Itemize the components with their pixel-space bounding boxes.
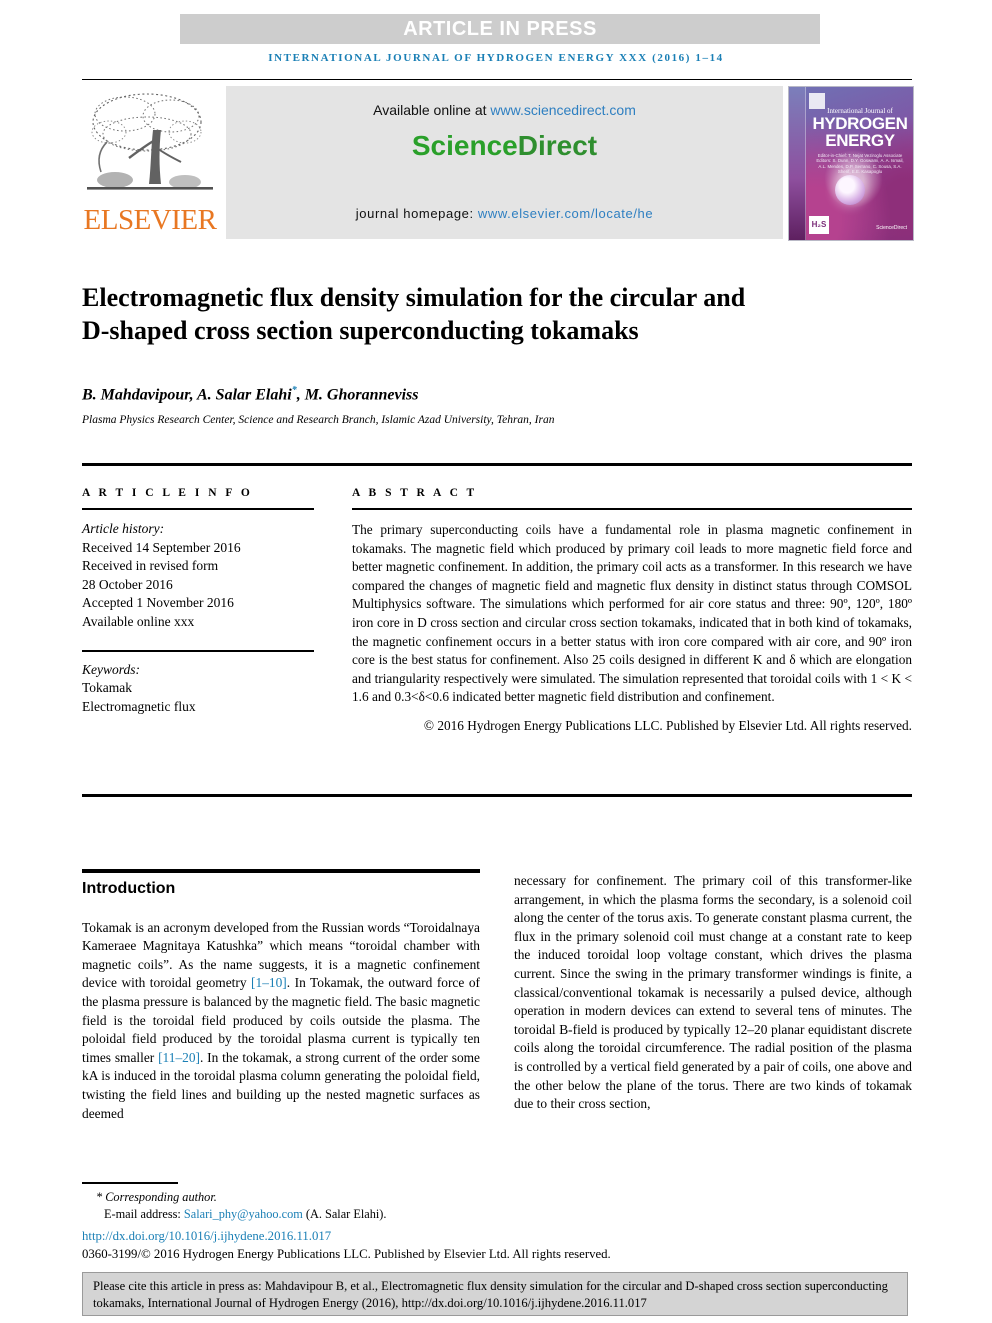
- sciencedirect-word-science: Science: [411, 130, 518, 161]
- author-names: B. Mahdavipour, A. Salar Elahi: [82, 386, 292, 404]
- journal-homepage-url[interactable]: www.elsevier.com/locate/he: [478, 206, 653, 221]
- article-history-line: 28 October 2016: [82, 576, 173, 592]
- keyword-item: Tokamak: [82, 680, 133, 695]
- journal-homepage-line: journal homepage: www.elsevier.com/locat…: [226, 206, 783, 221]
- introduction-paragraph-right: necessary for confinement. The primary c…: [514, 873, 912, 1112]
- cover-spine: [789, 87, 806, 240]
- journal-running-head: INTERNATIONAL JOURNAL OF HYDROGEN ENERGY…: [268, 52, 724, 64]
- journal-masthead: ELSEVIER Available online at www.science…: [82, 86, 914, 241]
- article-history-heading: Article history:: [82, 521, 165, 536]
- article-in-press-banner: ARTICLE IN PRESS: [180, 14, 820, 44]
- abstract-top-rule: [82, 463, 912, 466]
- keywords-body: Keywords: Tokamak Electromagnetic flux: [82, 661, 314, 717]
- email-suffix: (A. Salar Elahi).: [302, 1206, 387, 1221]
- keyword-item: Electromagnetic flux: [82, 698, 196, 714]
- abstract-column: A B S T R A C T The primary superconduct…: [352, 487, 912, 734]
- elsevier-wordmark: ELSEVIER: [83, 204, 217, 236]
- keywords-rule: [82, 650, 314, 652]
- sciencedirect-word-direct: Direct: [517, 130, 598, 161]
- email-address-link[interactable]: Salari_phy@yahoo.com: [184, 1207, 303, 1221]
- footnote-rule: [82, 1182, 178, 1184]
- introduction-paragraph-left: Tokamak is an acronym developed from the…: [82, 919, 480, 1124]
- article-info-heading: A R T I C L E I N F O: [82, 487, 253, 499]
- body-column-left: Introduction Tokamak is an acronym devel…: [82, 880, 480, 1123]
- cover-torus-graphic: [835, 175, 865, 205]
- author-list: B. Mahdavipour, A. Salar Elahi*, M. Ghor…: [82, 385, 882, 404]
- email-line: E-mail address: Salari_phy@yahoo.com (A.…: [82, 1206, 582, 1223]
- article-history-line: Received in revised form: [82, 558, 219, 573]
- citation-reference-1-10[interactable]: [1–10]: [251, 975, 287, 990]
- introduction-top-rule: [82, 869, 480, 873]
- available-online-line: Available online at www.sciencedirect.co…: [226, 102, 783, 118]
- keywords-heading: Keywords:: [82, 661, 140, 677]
- abstract-copyright: © 2016 Hydrogen Energy Publications LLC.…: [423, 717, 912, 733]
- cite-this-article-box: Please cite this article in press as: Ma…: [82, 1272, 908, 1316]
- cover-hes-badge: H₂S: [809, 216, 829, 234]
- abstract-text: The primary superconducting coils have a…: [352, 522, 912, 705]
- doi-link[interactable]: http://dx.doi.org/10.1016/j.ijhydene.201…: [82, 1229, 331, 1244]
- elsevier-tree-icon: [87, 93, 213, 190]
- available-online-prefix: Available online at: [373, 102, 491, 118]
- issn-copyright-line: 0360-3199/© 2016 Hydrogen Energy Publica…: [82, 1247, 611, 1261]
- footnote-block: * Corresponding author. E-mail address: …: [82, 1189, 582, 1222]
- cover-editors-text: Editor-in-Chief: T. Nejat Veziroglu Asso…: [816, 153, 904, 175]
- cover-title-energy: ENERGY: [825, 131, 895, 150]
- article-history-line: Available online xxx: [82, 613, 195, 629]
- header-rule: [82, 79, 912, 80]
- author-affiliation: Plasma Physics Research Center, Science …: [82, 414, 555, 426]
- cover-title-hydrogen: HYDROGEN: [812, 114, 908, 133]
- article-history-line: Received 14 September 2016: [82, 539, 241, 555]
- journal-cover-thumbnail: International Journal of HYDROGEN ENERGY…: [788, 86, 914, 241]
- keywords-block: Keywords: Tokamak Electromagnetic flux: [82, 650, 314, 716]
- article-history-line: Accepted 1 November 2016: [82, 595, 234, 610]
- corresponding-author-note: * Corresponding author.: [96, 1190, 217, 1204]
- author-names-tail: , M. Ghoranneviss: [296, 386, 419, 404]
- article-in-press-label: ARTICLE IN PRESS: [403, 17, 597, 40]
- paper-title: Electromagnetic flux density simulation …: [82, 283, 746, 346]
- cover-sciencedirect-badge: ScienceDirect: [876, 225, 907, 231]
- paper-page: ARTICLE IN PRESS INTERNATIONAL JOURNAL O…: [0, 0, 992, 1323]
- email-label: E-mail address:: [104, 1206, 184, 1221]
- body-column-right: necessary for confinement. The primary c…: [514, 872, 912, 1114]
- section-heading-introduction: Introduction: [82, 880, 176, 897]
- sciencedirect-wordmark: ScienceDirect: [226, 130, 783, 162]
- journal-homepage-label: journal homepage:: [355, 206, 478, 221]
- sciencedirect-band: Available online at www.sciencedirect.co…: [226, 86, 783, 239]
- abstract-rule: [352, 508, 912, 510]
- abstract-bottom-rule: [82, 794, 912, 797]
- article-info-column: A R T I C L E I N F O Article history: R…: [82, 487, 314, 716]
- citation-reference-11-20[interactable]: [11–20]: [158, 1050, 200, 1065]
- sciencedirect-url-link[interactable]: www.sciencedirect.com: [490, 102, 636, 118]
- cite-notice-text: Please cite this article in press as: Ma…: [93, 1279, 888, 1310]
- article-history-block: Article history: Received 14 September 2…: [82, 520, 314, 631]
- elsevier-logo: ELSEVIER: [82, 86, 218, 239]
- article-info-rule: [82, 508, 314, 510]
- abstract-heading: A B S T R A C T: [352, 487, 478, 499]
